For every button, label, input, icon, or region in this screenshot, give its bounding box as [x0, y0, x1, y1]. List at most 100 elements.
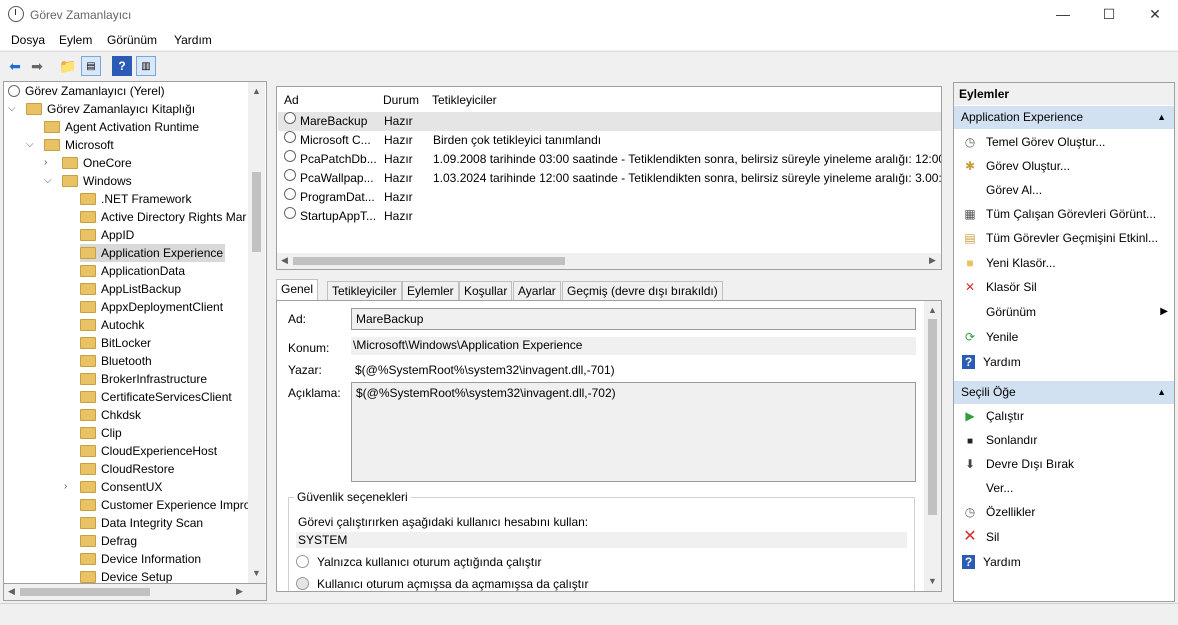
- tree-item[interactable]: Chkdsk: [80, 406, 141, 424]
- maximize-button[interactable]: ☐: [1086, 0, 1132, 30]
- tab-history[interactable]: Geçmiş (devre dışı bırakıldı): [562, 281, 723, 301]
- view-submenu[interactable]: Görünüm ▶: [962, 302, 1168, 322]
- display-running-tasks[interactable]: ▦ Tüm Çalışan Görevleri Görünt...: [962, 204, 1156, 224]
- chevron-down-icon[interactable]: ⌵: [44, 172, 52, 190]
- scroll-down-icon[interactable]: ▼: [252, 568, 261, 578]
- help[interactable]: ? Yardım: [962, 352, 1021, 372]
- collapse-icon[interactable]: ▲: [1157, 106, 1166, 129]
- description-field[interactable]: $(@%SystemRoot%\system32\invagent.dll,-7…: [351, 382, 916, 482]
- show-hide-action-pane-icon[interactable]: ▥: [136, 56, 156, 76]
- disable-task[interactable]: ⬇ Devre Dışı Bırak: [962, 454, 1074, 474]
- tree-item[interactable]: BrokerInfrastructure: [80, 370, 207, 388]
- name-field[interactable]: MareBackup: [351, 308, 916, 330]
- scroll-thumb[interactable]: [252, 172, 261, 252]
- tree-item[interactable]: Clip: [80, 424, 122, 442]
- tree-item[interactable]: › OneCore: [44, 154, 132, 172]
- tree-item[interactable]: Active Directory Rights Mar: [80, 208, 246, 226]
- tree-item[interactable]: CloudRestore: [80, 460, 174, 478]
- task-row[interactable]: PcaWallpap... Hazır 1.03.2024 tarihinde …: [278, 169, 941, 188]
- tree-item[interactable]: AppxDeploymentClient: [80, 298, 223, 316]
- tree-item[interactable]: Device Information: [80, 550, 201, 568]
- tree-item[interactable]: ApplicationData: [80, 262, 185, 280]
- scroll-thumb[interactable]: [928, 319, 937, 515]
- tab-triggers[interactable]: Tetikleyiciler: [327, 281, 402, 301]
- refresh[interactable]: ⟳ Yenile: [962, 327, 1018, 347]
- tree-item[interactable]: CloudExperienceHost: [80, 442, 217, 460]
- scroll-left-icon[interactable]: ◀: [281, 255, 288, 266]
- show-hide-tree-icon[interactable]: ▤: [81, 56, 101, 76]
- scroll-up-icon[interactable]: ▲: [252, 86, 261, 96]
- delete-task[interactable]: ✕ Sil: [962, 527, 999, 547]
- tree-root[interactable]: Görev Zamanlayıcı (Yerel): [8, 82, 165, 100]
- tab-general[interactable]: Genel: [276, 279, 319, 301]
- chevron-down-icon[interactable]: ⌵: [26, 136, 34, 154]
- task-row[interactable]: Microsoft C... Hazır Birden çok tetikley…: [278, 131, 941, 150]
- run-task[interactable]: ▶ Çalıştır: [962, 406, 1024, 426]
- back-arrow-icon[interactable]: ⬅: [5, 56, 25, 76]
- end-task[interactable]: ■ Sonlandır: [962, 430, 1037, 450]
- column-header-name[interactable]: Ad: [284, 93, 299, 107]
- scroll-thumb[interactable]: [293, 257, 565, 265]
- tree-item[interactable]: ⌵ Microsoft: [26, 136, 114, 154]
- tree-horizontal-scrollbar[interactable]: ◀ ▶: [3, 584, 267, 601]
- task-row[interactable]: PcaPatchDb... Hazır 1.09.2008 tarihinde …: [278, 150, 941, 169]
- close-button[interactable]: ✕: [1132, 0, 1178, 30]
- tree-item[interactable]: Customer Experience Impro: [80, 496, 250, 514]
- scroll-up-icon[interactable]: ▲: [928, 305, 937, 315]
- help-selected[interactable]: ? Yardım: [962, 552, 1021, 572]
- tab-actions[interactable]: Eylemler: [402, 281, 459, 301]
- enable-all-history[interactable]: ▤ Tüm Görevler Geçmişini Etkinl...: [962, 228, 1158, 248]
- tree-item[interactable]: Data Integrity Scan: [80, 514, 203, 532]
- menu-view[interactable]: Görünüm: [107, 33, 157, 47]
- help-icon[interactable]: ?: [112, 56, 132, 76]
- task-properties[interactable]: ◷ Özellikler: [962, 502, 1036, 522]
- minimize-button[interactable]: —: [1040, 0, 1086, 30]
- tree-vertical-scrollbar[interactable]: ▲ ▼: [248, 82, 265, 583]
- run-logged-on-radio[interactable]: [296, 555, 309, 568]
- scroll-down-icon[interactable]: ▼: [928, 576, 937, 586]
- section-header-selected-item[interactable]: Seçili Öğe ▲: [954, 381, 1174, 404]
- forward-arrow-icon[interactable]: ➡: [27, 56, 47, 76]
- tree-item[interactable]: Defrag: [80, 532, 137, 550]
- task-row-selected[interactable]: MareBackup Hazır: [278, 112, 941, 131]
- column-header-triggers[interactable]: Tetikleyiciler: [432, 93, 497, 107]
- import-task[interactable]: Görev Al...: [962, 180, 1042, 200]
- new-folder[interactable]: ■ Yeni Klasör...: [962, 253, 1055, 273]
- create-task[interactable]: ✱ Görev Oluştur...: [962, 156, 1070, 176]
- tree-item[interactable]: CertificateServicesClient: [80, 388, 232, 406]
- menu-help[interactable]: Yardım: [174, 33, 212, 47]
- tree-item[interactable]: Agent Activation Runtime: [44, 118, 199, 136]
- up-folder-icon[interactable]: 📁: [58, 56, 78, 76]
- scroll-right-icon[interactable]: ▶: [929, 255, 936, 266]
- chevron-down-icon[interactable]: ⌵: [8, 100, 16, 118]
- tab-settings[interactable]: Ayarlar: [513, 281, 561, 301]
- export-task[interactable]: Ver...: [962, 478, 1013, 498]
- run-whether-logged-radio[interactable]: [296, 577, 309, 590]
- task-row[interactable]: StartupAppT... Hazır: [278, 207, 941, 226]
- scroll-right-icon[interactable]: ▶: [236, 586, 243, 597]
- tree-item[interactable]: AppListBackup: [80, 280, 181, 298]
- create-basic-task[interactable]: ◷ Temel Görev Oluştur...: [962, 132, 1106, 152]
- tree-item[interactable]: AppID: [80, 226, 134, 244]
- menu-file[interactable]: Dosya: [11, 33, 45, 47]
- tree-item[interactable]: Bluetooth: [80, 352, 152, 370]
- collapse-icon[interactable]: ▲: [1157, 381, 1166, 404]
- tree-item[interactable]: › ConsentUX: [62, 478, 162, 496]
- tree-item[interactable]: BitLocker: [80, 334, 151, 352]
- column-header-status[interactable]: Durum: [383, 93, 419, 107]
- tree-item-selected[interactable]: Application Experience: [80, 244, 226, 262]
- task-row[interactable]: ProgramDat... Hazır: [278, 188, 941, 207]
- section-header-application-experience[interactable]: Application Experience ▲: [954, 106, 1174, 129]
- tab-conditions[interactable]: Koşullar: [459, 281, 513, 301]
- tree-item[interactable]: Autochk: [80, 316, 144, 334]
- tree-item[interactable]: .NET Framework: [80, 190, 191, 208]
- tree-item[interactable]: ⌵ Windows: [44, 172, 132, 190]
- menu-action[interactable]: Eylem: [59, 33, 92, 47]
- task-list-horizontal-scrollbar[interactable]: ◀ ▶: [277, 253, 941, 269]
- tree-library[interactable]: ⌵ Görev Zamanlayıcı Kitaplığı: [8, 100, 195, 118]
- chevron-right-icon[interactable]: ›: [64, 478, 67, 496]
- scroll-left-icon[interactable]: ◀: [8, 586, 15, 597]
- scroll-thumb[interactable]: [20, 588, 150, 596]
- chevron-right-icon[interactable]: ›: [44, 154, 47, 172]
- delete-folder[interactable]: ✕ Klasör Sil: [962, 277, 1037, 297]
